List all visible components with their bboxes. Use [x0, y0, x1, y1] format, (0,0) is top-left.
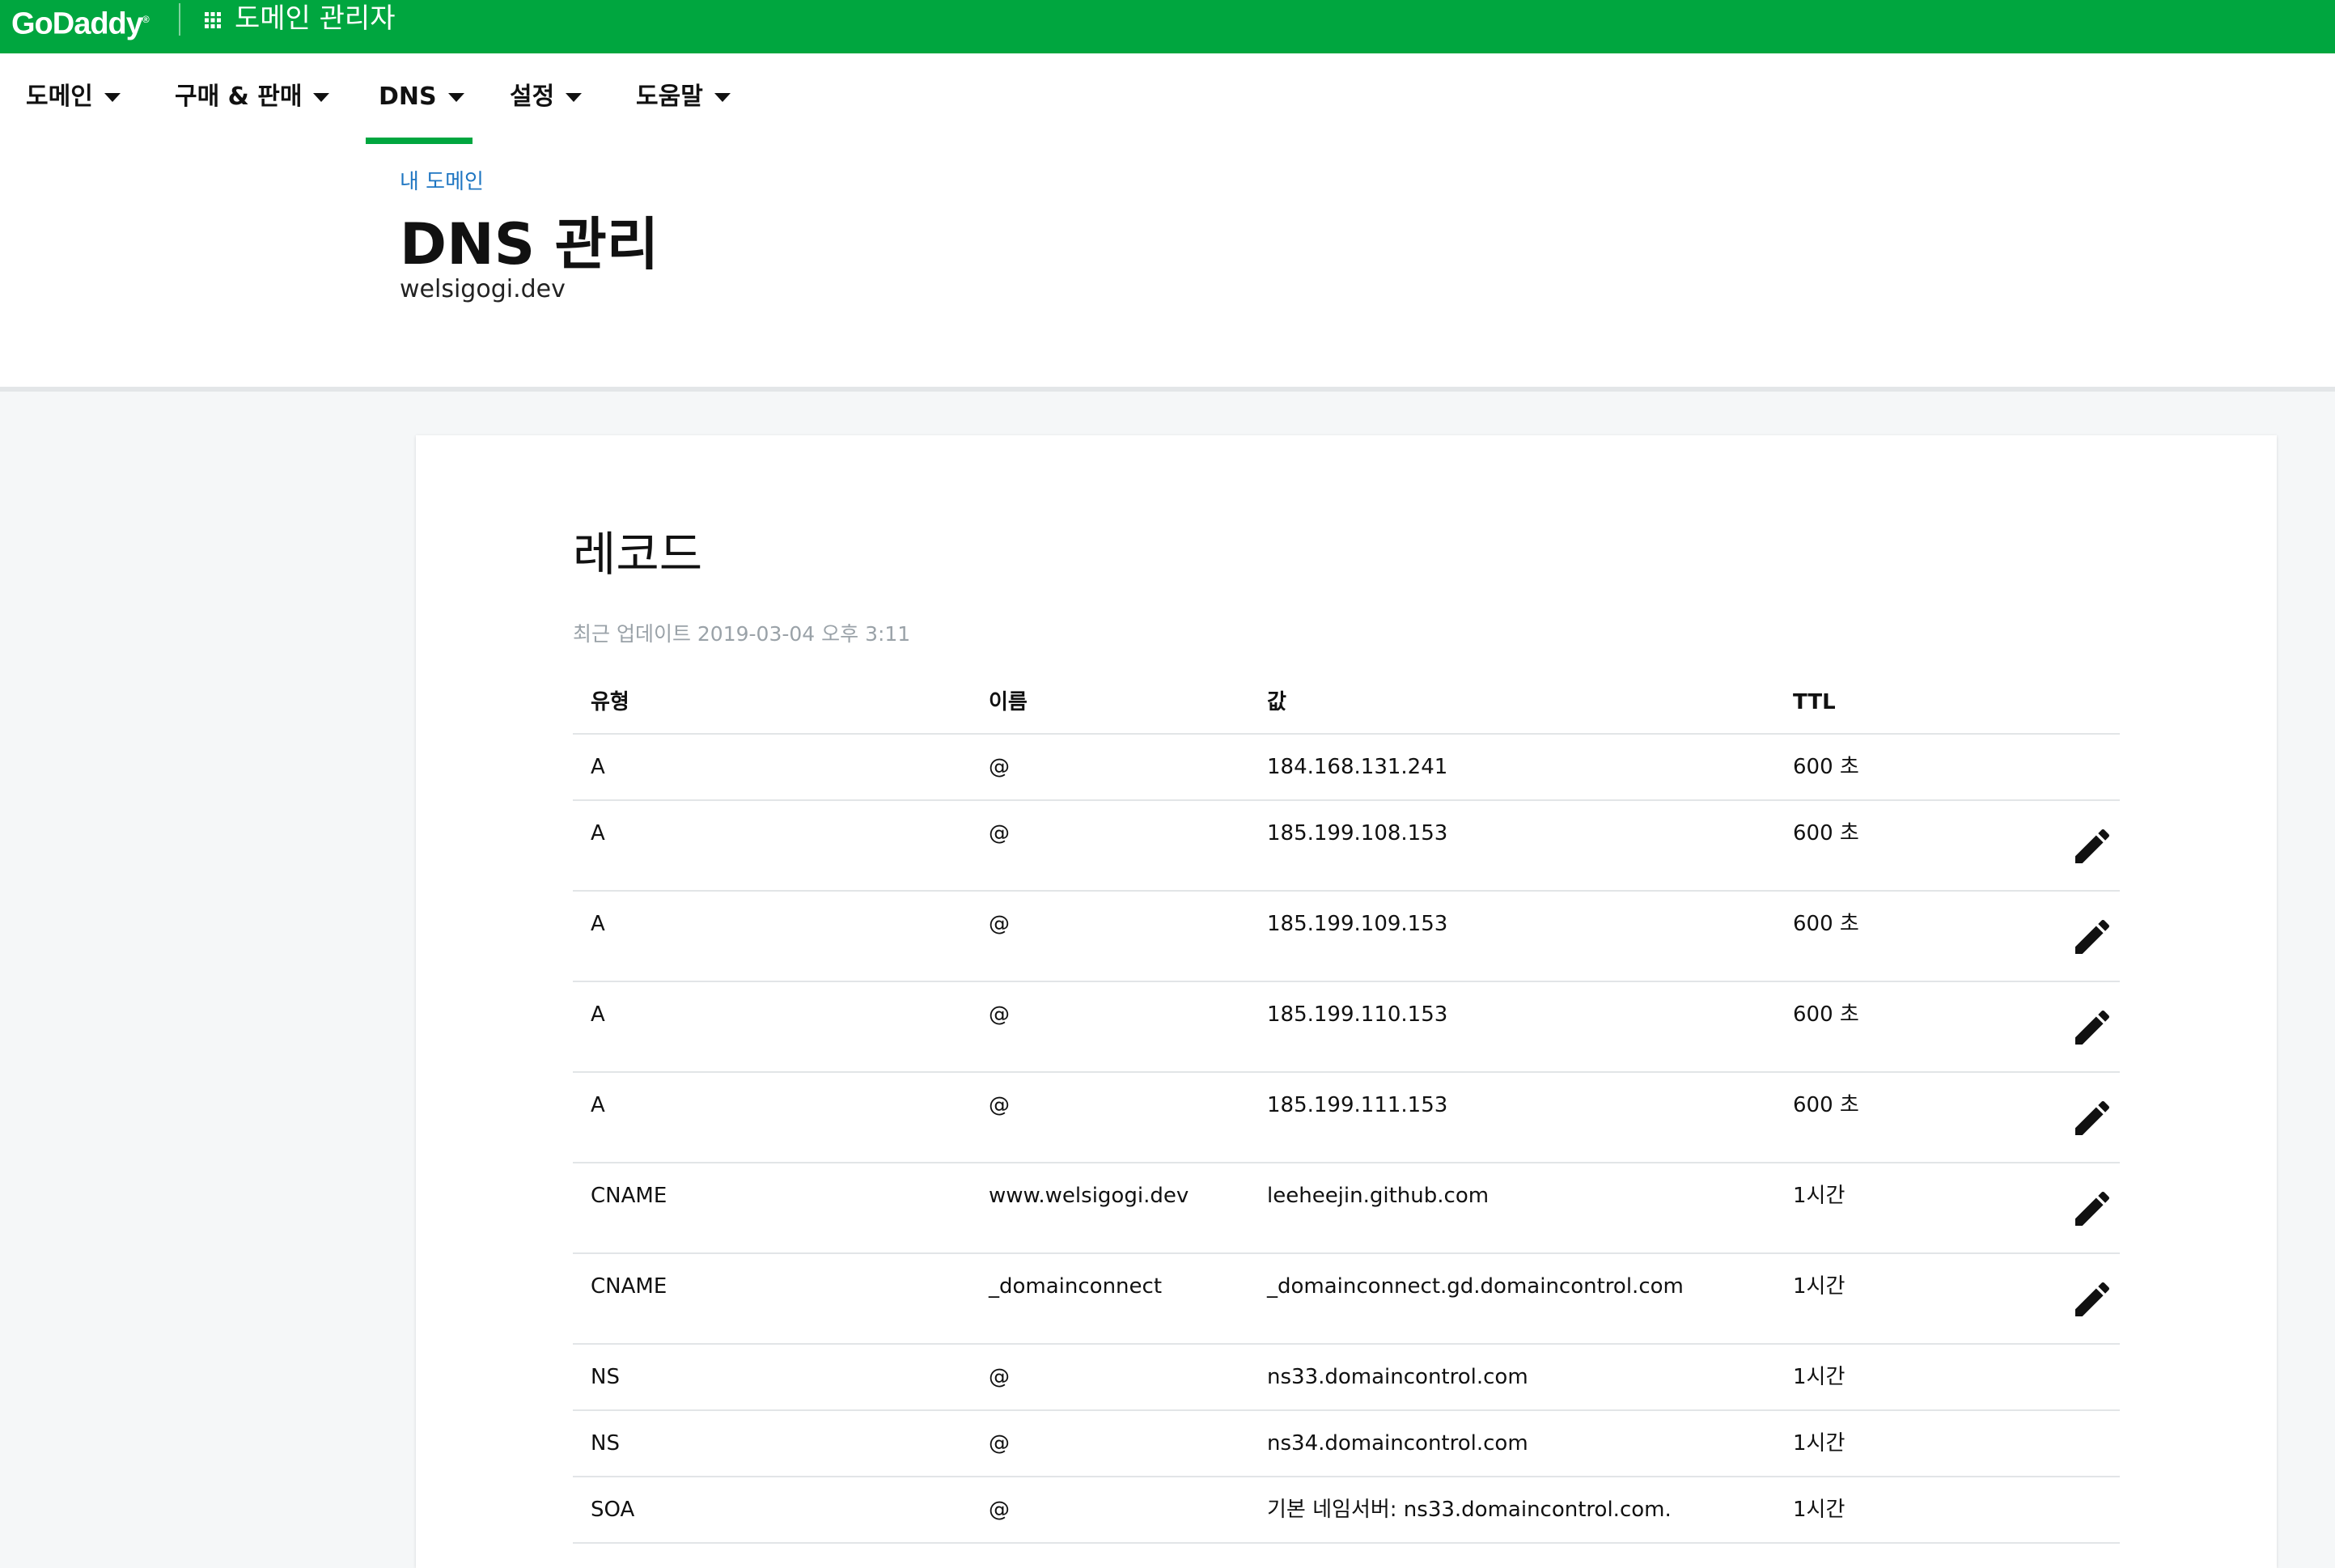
record-name: @: [989, 1431, 1010, 1456]
main-nav: 도메인 구매 & 판매 DNS 설정 도움말: [0, 53, 2335, 146]
pencil-icon[interactable]: [2070, 1186, 2115, 1231]
column-header-value[interactable]: 값: [1267, 663, 1286, 741]
record-value: 기본 네임서버: ns33.domaincontrol.com.: [1267, 1498, 1672, 1522]
record-ttl: 1시간: [1793, 1431, 1846, 1456]
records-table: 유형 이름 값 TTL A @184.168.131.241 600 초 A @185.…: [573, 663, 2120, 1544]
table-row: NS @ ns34.domaincontrol.com 1시간: [573, 1411, 2120, 1477]
record-value: 185.199.109.153: [1267, 912, 1448, 936]
record-name: @: [989, 1002, 1010, 1027]
table-row: A @185.199.111.153 600 초: [573, 1073, 2120, 1163]
app-title[interactable]: 도메인 관리자: [235, 0, 396, 39]
nav-label: 설정: [510, 83, 555, 111]
active-tab-indicator: [366, 138, 473, 144]
record-value: 185.199.108.153: [1267, 821, 1448, 845]
record-name: @: [989, 1498, 1010, 1522]
top-bar: GoDaddy® 도메인 관리자: [0, 0, 2335, 53]
record-type: A: [591, 1002, 605, 1027]
last-updated: 최근 업데이트 2019-03-04 오후 3:11: [573, 622, 911, 646]
pencil-icon[interactable]: [2070, 1005, 2115, 1050]
record-name: @: [989, 912, 1010, 936]
column-header-ttl[interactable]: TTL: [1793, 663, 1836, 741]
record-ttl: 1시간: [1793, 1365, 1846, 1389]
table-row: NS @ ns33.domaincontrol.com 1시간: [573, 1345, 2120, 1411]
nav-label: 도움말: [636, 83, 703, 111]
table-row: SOA @ 기본 네임서버: ns33.domaincontrol.com. 1시간: [573, 1477, 2120, 1544]
record-value: ns33.domaincontrol.com: [1267, 1365, 1528, 1389]
record-name: @: [989, 821, 1010, 845]
table-row: A @185.199.109.153 600 초: [573, 892, 2120, 982]
record-name: @: [989, 1365, 1010, 1389]
record-ttl: 1시간: [1793, 1498, 1846, 1522]
table-header: 유형 이름 값 TTL: [573, 663, 2120, 735]
table-row: CNAME _domainconnect _domainconnect.gd.dom…: [573, 1254, 2120, 1345]
table-row: A @185.199.110.153 600 초: [573, 982, 2120, 1073]
godaddy-logo[interactable]: GoDaddy®: [11, 0, 150, 41]
page-title: DNS 관리: [400, 211, 659, 278]
record-ttl: 600 초: [1793, 1093, 1859, 1117]
table-row: CNAME www.welsigogi.dev leeheejin.github.c…: [573, 1163, 2120, 1254]
nav-label: DNS: [379, 83, 437, 111]
record-value: 185.199.110.153: [1267, 1002, 1448, 1027]
record-value: _domainconnect.gd.domaincontrol.com: [1267, 1274, 1684, 1299]
record-ttl: 600 초: [1793, 912, 1859, 936]
nav-label: 도메인: [26, 83, 93, 111]
record-type: CNAME: [591, 1184, 667, 1208]
caret-down-icon: [714, 93, 731, 102]
record-ttl: 1시간: [1793, 1184, 1846, 1208]
record-name: @: [989, 755, 1010, 779]
caret-down-icon: [566, 93, 583, 102]
caret-down-icon: [313, 93, 330, 102]
record-name: _domainconnect: [989, 1274, 1163, 1299]
record-ttl: 1시간: [1793, 1274, 1846, 1299]
record-value: 184.168.131.241: [1267, 755, 1448, 779]
table-row: A @185.199.108.153 600 초: [573, 801, 2120, 892]
record-value: leeheejin.github.com: [1267, 1184, 1490, 1208]
caret-down-icon: [447, 93, 464, 102]
divider: [179, 3, 180, 36]
record-value: 185.199.111.153: [1267, 1093, 1448, 1117]
column-header-type[interactable]: 유형: [591, 663, 629, 741]
pencil-icon[interactable]: [2070, 824, 2115, 869]
record-type: A: [591, 912, 605, 936]
record-ttl: 600 초: [1793, 821, 1859, 845]
record-name: www.welsigogi.dev: [989, 1184, 1189, 1208]
nav-label: 구매 & 판매: [175, 83, 303, 111]
nav-domains[interactable]: 도메인: [26, 53, 121, 146]
record-name: @: [989, 1093, 1010, 1117]
record-value: ns34.domaincontrol.com: [1267, 1431, 1528, 1456]
record-type: CNAME: [591, 1274, 667, 1299]
column-header-name[interactable]: 이름: [989, 663, 1028, 741]
nav-dns[interactable]: DNS: [379, 53, 464, 146]
records-title: 레코드: [573, 527, 703, 582]
pencil-icon[interactable]: [2070, 1277, 2115, 1322]
pencil-icon[interactable]: [2070, 914, 2115, 960]
page-header: 내 도메인 DNS 관리 welsigogi.dev: [0, 146, 2335, 392]
record-ttl: 600 초: [1793, 1002, 1859, 1027]
record-type: A: [591, 821, 605, 845]
record-ttl: 600 초: [1793, 755, 1859, 779]
record-type: A: [591, 1093, 605, 1117]
record-type: NS: [591, 1365, 620, 1389]
records-card: 레코드 최근 업데이트 2019-03-04 오후 3:11 유형 이름 값 T…: [416, 435, 2277, 1568]
pencil-icon[interactable]: [2070, 1095, 2115, 1141]
table-row: A @184.168.131.241 600 초: [573, 735, 2120, 801]
nav-settings[interactable]: 설정: [510, 53, 583, 146]
table-body: A @184.168.131.241 600 초 A @185.199.108.153 6…: [573, 735, 2120, 1544]
domain-name: welsigogi.dev: [400, 275, 566, 303]
caret-down-icon: [104, 93, 121, 102]
record-type: NS: [591, 1431, 620, 1456]
nav-buy-sell[interactable]: 구매 & 판매: [175, 53, 330, 146]
breadcrumb-my-domains[interactable]: 내 도메인: [400, 165, 484, 195]
nav-help[interactable]: 도움말: [636, 53, 731, 146]
record-type: A: [591, 755, 605, 779]
grid-icon[interactable]: [204, 11, 222, 29]
record-type: SOA: [591, 1498, 635, 1522]
